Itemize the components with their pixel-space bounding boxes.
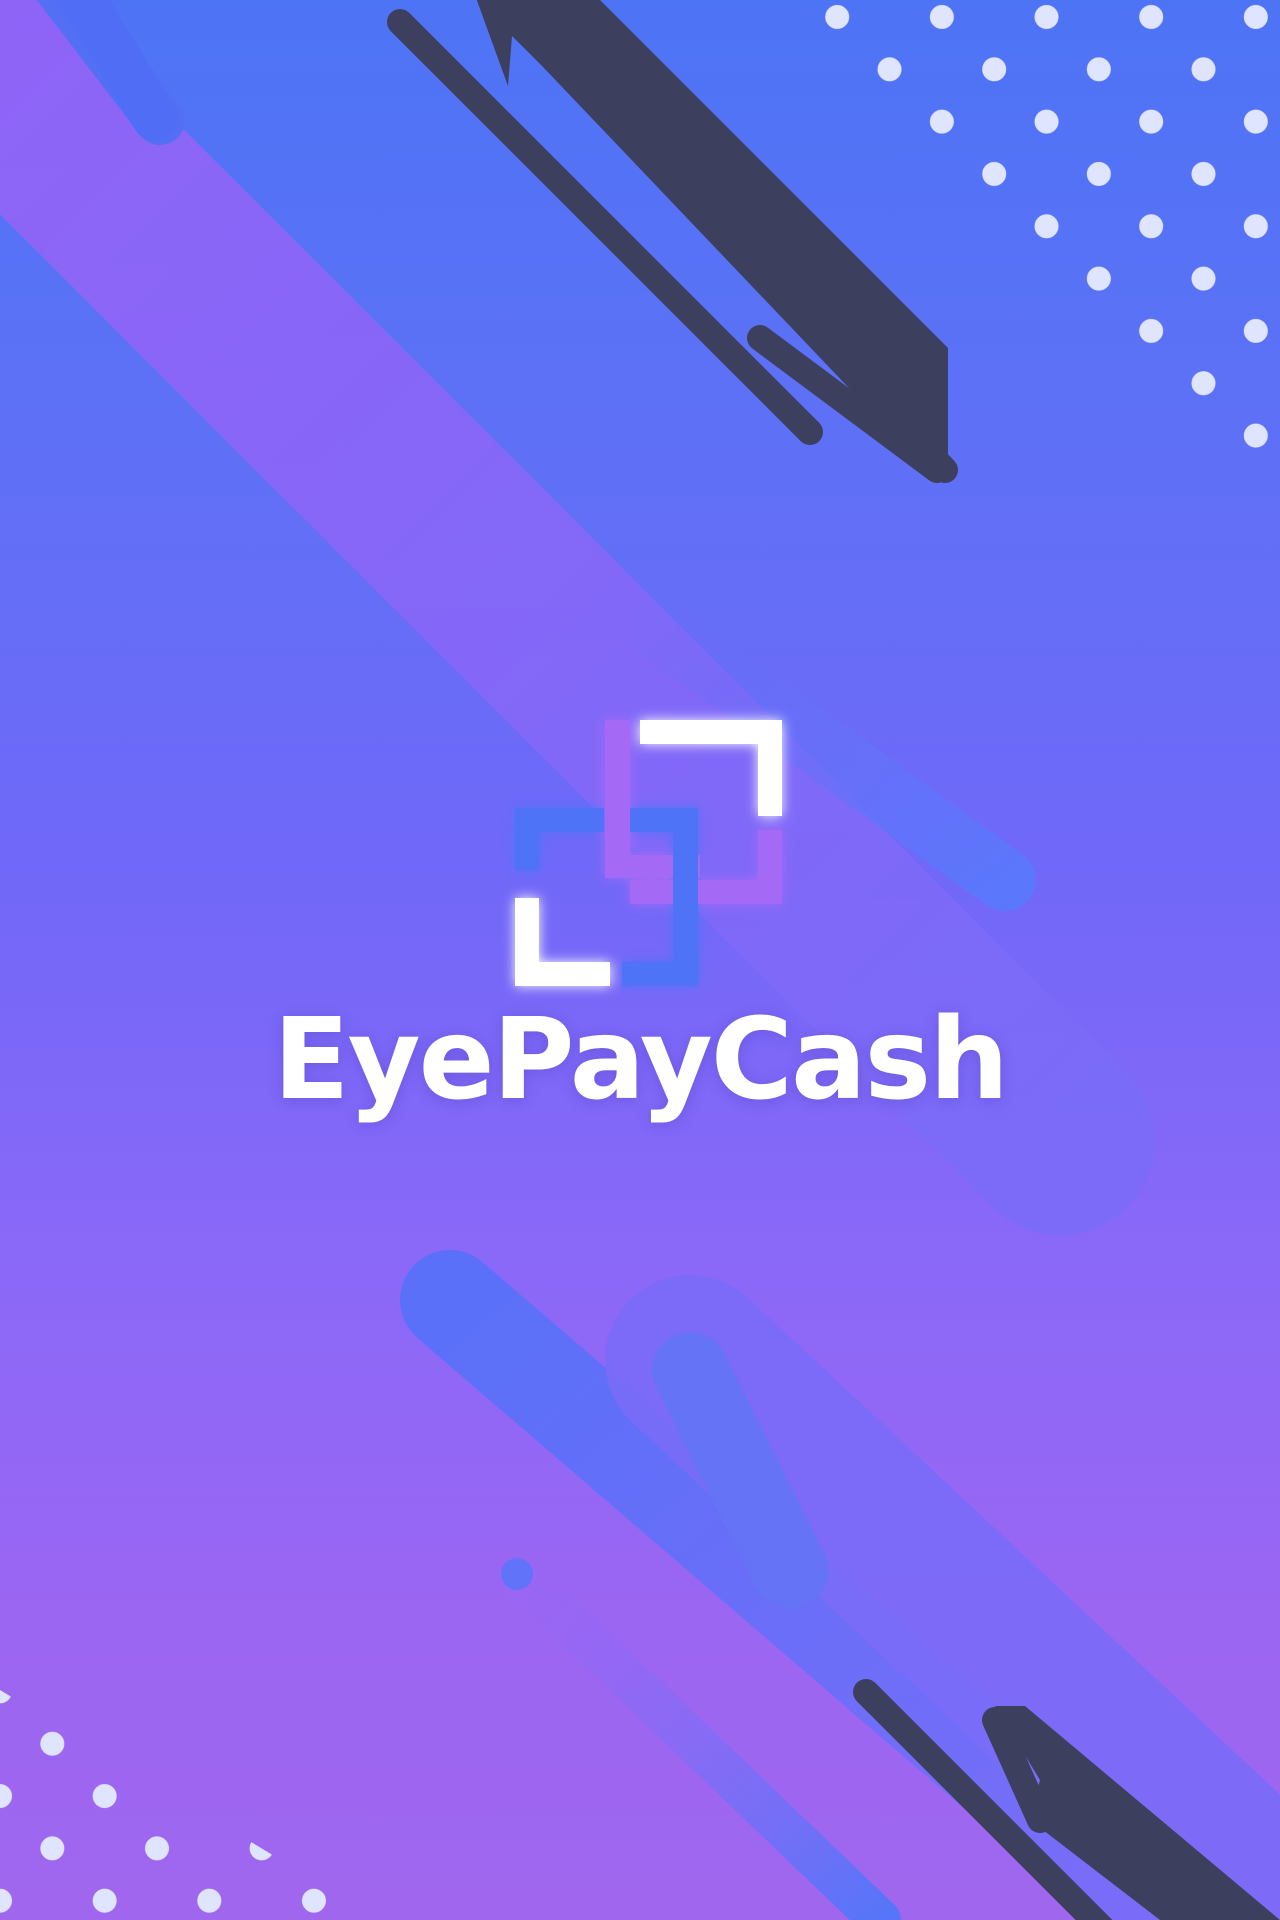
dots-bottom-left bbox=[0, 1690, 380, 1920]
interlocking-squares-logo-icon bbox=[515, 720, 782, 986]
brand-lockup: EyePayCash bbox=[0, 700, 1280, 1140]
brand-name: EyePayCash bbox=[273, 995, 1009, 1125]
splash-screen: EyePayCash bbox=[0, 0, 1280, 1920]
